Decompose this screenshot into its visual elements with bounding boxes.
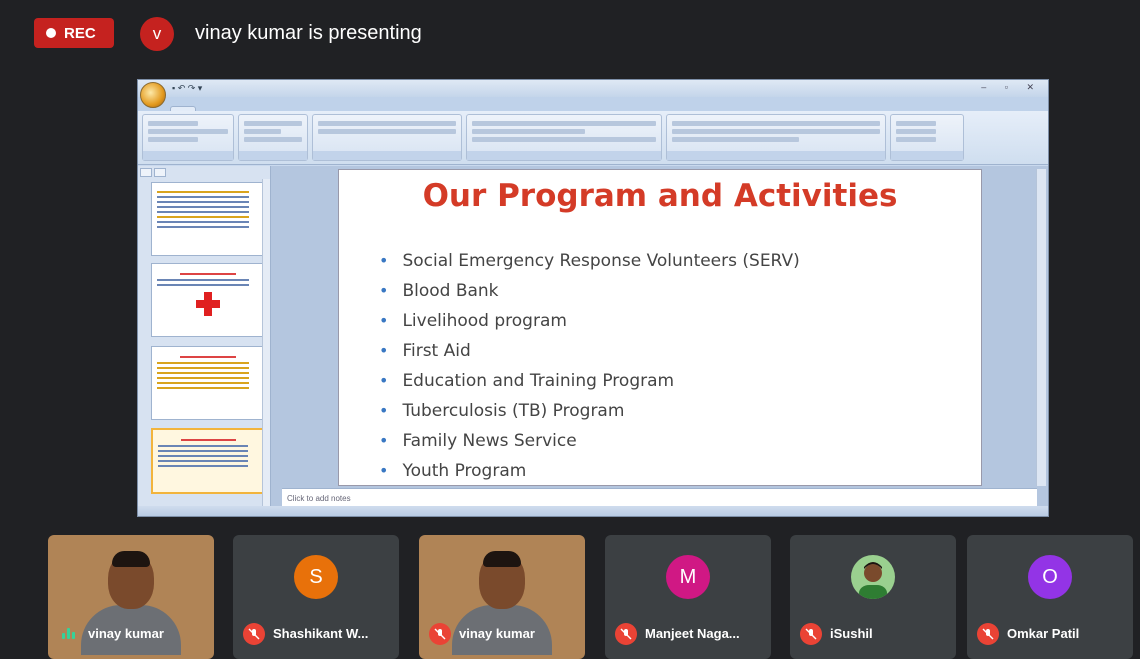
bullet-item: Family News Service [379,426,800,456]
ribbon-tab[interactable] [170,106,196,111]
slide-bullets: Social Emergency Response Volunteers (SE… [379,246,800,486]
mic-off-icon [243,623,265,645]
ribbon-group-drawing[interactable] [666,114,886,161]
red-cross-icon [196,292,220,316]
presenter-avatar: v [140,17,174,51]
outline-tab[interactable] [154,168,166,177]
mic-off-icon [800,623,822,645]
bullet-item: Blood Bank [379,276,800,306]
mic-off-icon [429,623,451,645]
speaking-indicator-icon [62,627,76,639]
window-controls[interactable]: – ▫ ✕ [981,82,1042,93]
slide-thumbnail[interactable] [151,182,265,256]
slide-editor: Our Program and Activities Social Emerge… [271,166,1048,510]
mic-off-icon [615,623,637,645]
bullet-item: Social Emergency Response Volunteers (SE… [379,246,799,276]
participant-avatar: O [1028,555,1072,599]
slide-title: Our Program and Activities [422,178,898,214]
ribbon-group-font[interactable] [312,114,462,161]
slides-tab[interactable] [140,168,152,177]
office-button-icon[interactable] [140,82,166,108]
ribbon-tab[interactable] [316,107,340,111]
ribbon-tabs [138,97,1048,111]
ribbon-group-slides[interactable] [238,114,308,161]
bullet-item: First Aid [379,336,800,366]
slide-thumbnail[interactable] [151,263,265,337]
ribbon-group-paragraph[interactable] [466,114,662,161]
mic-off-icon [977,623,999,645]
slide-thumbnail-selected[interactable] [151,428,265,494]
bullet-item: Youth Program [379,456,800,486]
ribbon-tab[interactable] [244,107,268,111]
participant-tile[interactable]: iSushil [790,535,956,659]
slides-panel-scrollbar[interactable] [262,179,270,506]
participant-tile[interactable]: M Manjeet Naga... [605,535,771,659]
participant-name: Omkar Patil [1007,626,1080,641]
participant-tile[interactable]: vinay kumar [419,535,585,659]
slides-panel [138,166,271,506]
ribbon [138,111,1048,165]
quick-access-toolbar[interactable]: ▪ ↶ ↷ ▾ [172,83,202,94]
participant-avatar: M [666,555,710,599]
ribbon-tab[interactable] [220,107,244,111]
participant-tile[interactable]: vinay kumar [48,535,214,659]
participant-name: Shashikant W... [273,626,369,641]
bullet-item: Education and Training Program [379,366,800,396]
shared-screen: ▪ ↶ ↷ ▾ – ▫ ✕ Our Program and Activities… [137,79,1049,517]
participant-name: vinay kumar [88,626,164,641]
slide-thumbnail[interactable] [151,346,265,420]
meeting-screen: REC v vinay kumar is presenting ▪ ↶ ↷ ▾ … [0,0,1140,659]
panel-tabs [138,166,270,179]
participant-tile[interactable]: O Omkar Patil [967,535,1133,659]
current-slide[interactable]: Our Program and Activities Social Emerge… [338,169,982,486]
recording-indicator: REC [34,18,114,48]
ribbon-group-clipboard[interactable] [142,114,234,161]
ribbon-group-editing[interactable] [890,114,964,161]
record-dot-icon [46,28,56,38]
presenter-status: vinay kumar is presenting [195,22,422,44]
participant-name: Manjeet Naga... [645,626,740,641]
bullet-item: Tuberculosis (TB) Program [379,396,800,426]
participant-avatar: S [294,555,338,599]
participant-photo-avatar [851,555,895,599]
participant-name: vinay kumar [459,626,535,641]
participant-name: iSushil [830,626,873,641]
status-bar [138,506,1048,516]
ribbon-tab[interactable] [268,107,292,111]
ribbon-tab[interactable] [292,107,316,111]
participant-tile[interactable]: S Shashikant W... [233,535,399,659]
rec-label: REC [64,24,96,42]
ppt-workspace: Our Program and Activities Social Emerge… [138,166,1048,510]
editor-scrollbar[interactable] [1036,169,1046,486]
ribbon-tab[interactable] [196,107,220,111]
ppt-title-bar: ▪ ↶ ↷ ▾ – ▫ ✕ [138,80,1048,108]
bullet-item: Livelihood program [379,306,800,336]
